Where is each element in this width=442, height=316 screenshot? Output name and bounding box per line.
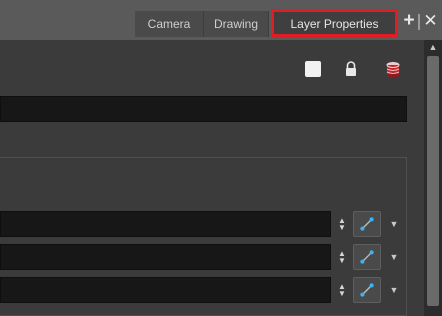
layer-properties-window: Camera Drawing Layer Properties + ✕ ▲ ▲ ▼… xyxy=(0,0,442,316)
function-curve-icon[interactable] xyxy=(353,211,381,237)
tab-bar: Camera Drawing Layer Properties + ✕ xyxy=(0,0,442,40)
close-view-button[interactable]: ✕ xyxy=(423,12,438,30)
up-down-arrows-icon[interactable]: ▲ ▼ xyxy=(338,217,346,232)
function-curve-icon[interactable] xyxy=(353,277,381,303)
layer-name-field[interactable] xyxy=(0,96,407,122)
triangle-down-icon[interactable]: ▼ xyxy=(389,252,399,262)
triangle-down-icon[interactable]: ▼ xyxy=(389,219,399,229)
triangle-down-icon[interactable]: ▼ xyxy=(389,285,399,295)
up-down-arrows-icon[interactable]: ▲ ▼ xyxy=(338,283,346,298)
layer-stack-icon[interactable] xyxy=(384,60,402,80)
tab-layer-properties[interactable]: Layer Properties xyxy=(271,9,398,37)
lock-icon[interactable] xyxy=(342,60,360,78)
tab-bar-divider xyxy=(418,14,420,30)
value-field-2[interactable] xyxy=(0,244,331,270)
tab-drawing[interactable]: Drawing xyxy=(204,11,269,37)
value-field-3[interactable] xyxy=(0,277,331,303)
value-field-1[interactable] xyxy=(0,211,331,237)
up-down-arrows-icon[interactable]: ▲ ▼ xyxy=(338,250,346,265)
add-view-button[interactable]: + xyxy=(401,11,417,30)
tab-camera[interactable]: Camera xyxy=(135,11,204,37)
white-square-icon[interactable] xyxy=(305,61,321,77)
scroll-up-arrow-icon[interactable]: ▲ xyxy=(427,42,439,52)
scroll-thumb[interactable] xyxy=(427,56,439,306)
function-curve-icon[interactable] xyxy=(353,244,381,270)
